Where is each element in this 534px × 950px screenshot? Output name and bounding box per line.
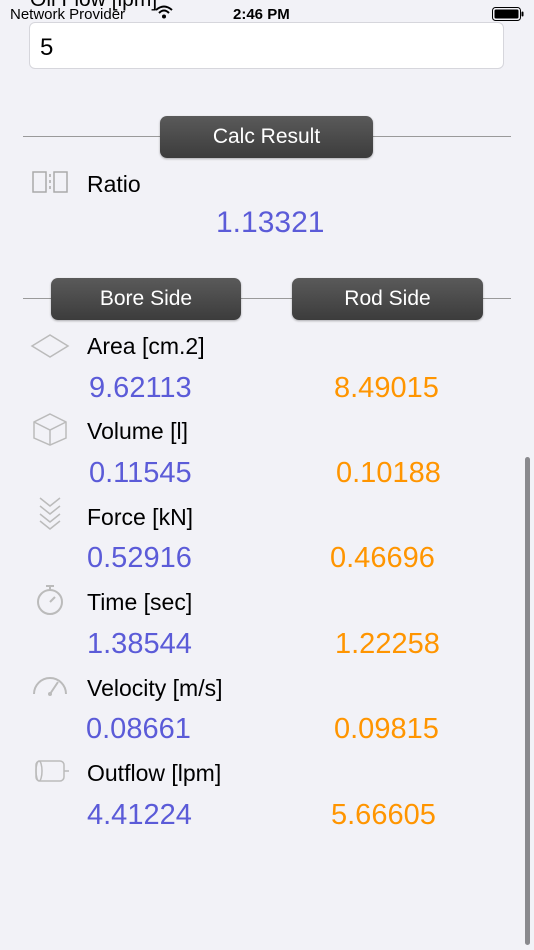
calc-result-button[interactable]: Calc Result xyxy=(160,116,373,158)
bore-value-time: 1.38544 xyxy=(87,628,192,660)
bore-value-velocity: 0.08661 xyxy=(86,713,191,745)
carrier-name: Network Provider xyxy=(10,6,126,23)
rod-value-time: 1.22258 xyxy=(335,628,440,660)
row-label-force: Force [kN] xyxy=(87,504,194,530)
ratio-icon xyxy=(32,171,68,193)
row-label-velocity: Velocity [m/s] xyxy=(87,675,223,701)
rod-value-outflow: 5.66605 xyxy=(331,799,436,831)
ratio-label: Ratio xyxy=(87,171,141,197)
scroll-indicator[interactable] xyxy=(525,457,530,945)
wifi-icon xyxy=(155,5,173,19)
cylinder-icon xyxy=(35,760,69,782)
oil-flow-input[interactable]: 5 xyxy=(29,22,504,69)
bore-side-button[interactable]: Bore Side xyxy=(51,278,241,320)
rod-value-velocity: 0.09815 xyxy=(334,713,439,745)
force-icon xyxy=(39,497,61,530)
gauge-icon xyxy=(33,677,67,696)
bore-value-outflow: 4.41224 xyxy=(87,799,192,831)
bore-value-force: 0.52916 xyxy=(87,542,192,574)
stopwatch-icon xyxy=(37,585,63,615)
bore-value-volume: 0.11545 xyxy=(89,457,192,489)
row-label-area: Area [cm.2] xyxy=(87,333,205,359)
rod-value-area: 8.49015 xyxy=(334,372,439,404)
volume-icon xyxy=(33,413,67,446)
ratio-value: 1.13321 xyxy=(216,206,325,239)
status-time: 2:46 PM xyxy=(233,6,290,23)
battery-icon xyxy=(492,7,524,21)
rod-value-force: 0.46696 xyxy=(330,542,435,574)
area-icon xyxy=(30,334,70,358)
rod-side-button[interactable]: Rod Side xyxy=(292,278,483,320)
row-label-time: Time [sec] xyxy=(87,589,193,615)
row-label-outflow: Outflow [lpm] xyxy=(87,760,222,786)
oil-flow-value: 5 xyxy=(40,34,54,61)
rod-value-volume: 0.10188 xyxy=(336,457,441,489)
row-label-volume: Volume [l] xyxy=(87,418,188,444)
bore-value-area: 9.62113 xyxy=(89,372,192,404)
